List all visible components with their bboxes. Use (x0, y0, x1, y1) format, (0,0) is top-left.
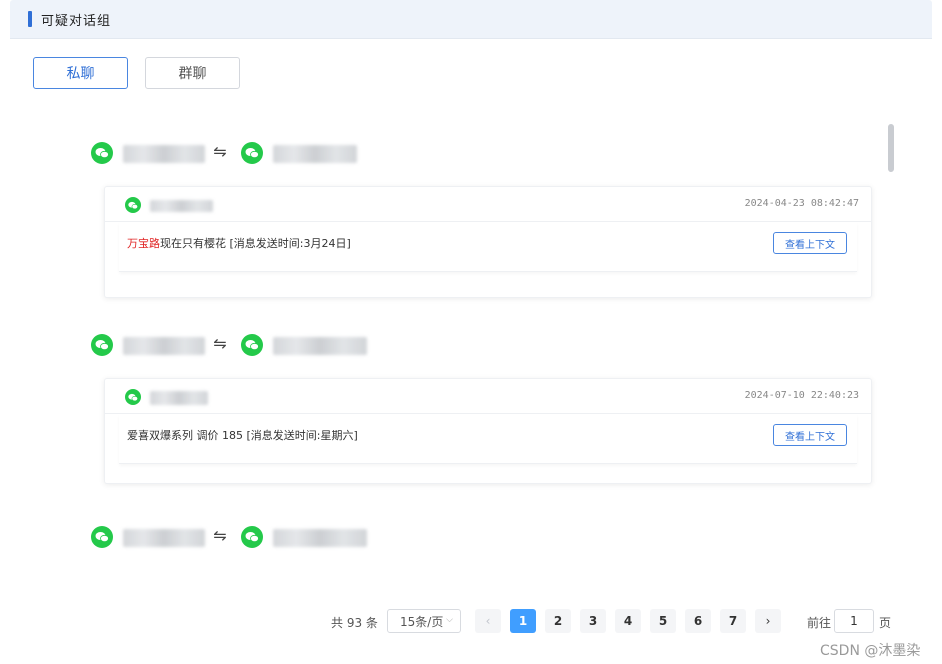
conversation-pair[interactable]: ⇋ (10, 329, 890, 363)
header-accent-bar (28, 11, 32, 27)
page-size-select[interactable]: 15条/页 ⌵ (387, 609, 461, 633)
tab-group-chat[interactable]: 群聊 (145, 57, 240, 89)
redacted-contact-name (273, 529, 367, 547)
goto-label: 前往 (807, 616, 832, 630)
page-button-2[interactable]: 2 (545, 609, 571, 633)
watermark: CSDN @沐墨染 (820, 643, 921, 659)
redacted-contact-name (273, 145, 357, 163)
message-content: 万宝路现在只有樱花 [消息发送时间:3月24日] (127, 235, 351, 251)
redacted-contact-name (123, 529, 205, 547)
wechat-icon (91, 142, 113, 164)
pagination-total: 共 93 条 (331, 616, 378, 630)
redacted-contact-name (123, 145, 205, 163)
tab-private-chat[interactable]: 私聊 (33, 57, 128, 89)
message-card-header: 2024-04-23 08:42:47 (105, 187, 871, 222)
pagination: 共 93 条 15条/页 ⌵ ‹ 1 2 3 4 5 6 7 › 前往 页 (0, 609, 942, 635)
wechat-icon (241, 334, 263, 356)
message-content: 爱喜双爆系列 调价 185 [消息发送时间:星期六] (127, 427, 358, 443)
panel-header: 可疑对话组 (10, 0, 932, 39)
message-card: 2024-04-23 08:42:47 万宝路现在只有樱花 [消息发送时间:3月… (104, 186, 872, 298)
page-button-3[interactable]: 3 (580, 609, 606, 633)
page-button-5[interactable]: 5 (650, 609, 676, 633)
wechat-icon (91, 526, 113, 548)
message-card: 2024-07-10 22:40:23 爱喜双爆系列 调价 185 [消息发送时… (104, 378, 872, 484)
page-button-4[interactable]: 4 (615, 609, 641, 633)
wechat-icon (91, 334, 113, 356)
conversation-pair[interactable]: ⇋ (10, 521, 890, 555)
wechat-icon (125, 197, 141, 213)
next-page-button[interactable]: › (755, 609, 781, 633)
goto-page-input[interactable] (834, 609, 874, 633)
chevron-down-icon: ⌵ (446, 615, 453, 625)
redacted-contact-name (273, 337, 367, 355)
page-button-6[interactable]: 6 (685, 609, 711, 633)
message-keyword: 万宝路 (127, 237, 160, 250)
conversation-list: ⇋ 2024-04-23 08:42:47 万宝路现在只有樱花 [消息发送时间:… (10, 105, 932, 575)
panel-title: 可疑对话组 (41, 14, 112, 29)
wechat-icon (241, 142, 263, 164)
scrollbar-thumb[interactable] (888, 124, 894, 172)
goto-unit: 页 (879, 616, 892, 630)
page-button-7[interactable]: 7 (720, 609, 746, 633)
pair-arrow-icon: ⇋ (213, 526, 227, 545)
message-time: 2024-07-10 22:40:23 (744, 390, 859, 401)
message-body: 爱喜双爆系列 调价 185 [消息发送时间:星期六] 查看上下文 (119, 414, 857, 464)
pair-arrow-icon: ⇋ (213, 142, 227, 161)
message-card-header: 2024-07-10 22:40:23 (105, 379, 871, 414)
view-context-button[interactable]: 查看上下文 (773, 232, 847, 254)
wechat-icon (241, 526, 263, 548)
pair-arrow-icon: ⇋ (213, 334, 227, 353)
message-text: 爱喜双爆系列 调价 185 [消息发送时间:星期六] (127, 429, 358, 442)
page-button-1[interactable]: 1 (510, 609, 536, 633)
redacted-sender-name (150, 200, 213, 212)
page-size-value: 15条/页 (400, 614, 444, 629)
message-text: 现在只有樱花 [消息发送时间:3月24日] (160, 237, 351, 250)
message-time: 2024-04-23 08:42:47 (744, 198, 859, 209)
redacted-contact-name (123, 337, 205, 355)
prev-page-button[interactable]: ‹ (475, 609, 501, 633)
conversation-pair[interactable]: ⇋ (10, 137, 890, 171)
wechat-icon (125, 389, 141, 405)
redacted-sender-name (150, 391, 208, 405)
message-body: 万宝路现在只有樱花 [消息发送时间:3月24日] 查看上下文 (119, 222, 857, 272)
view-context-button[interactable]: 查看上下文 (773, 424, 847, 446)
